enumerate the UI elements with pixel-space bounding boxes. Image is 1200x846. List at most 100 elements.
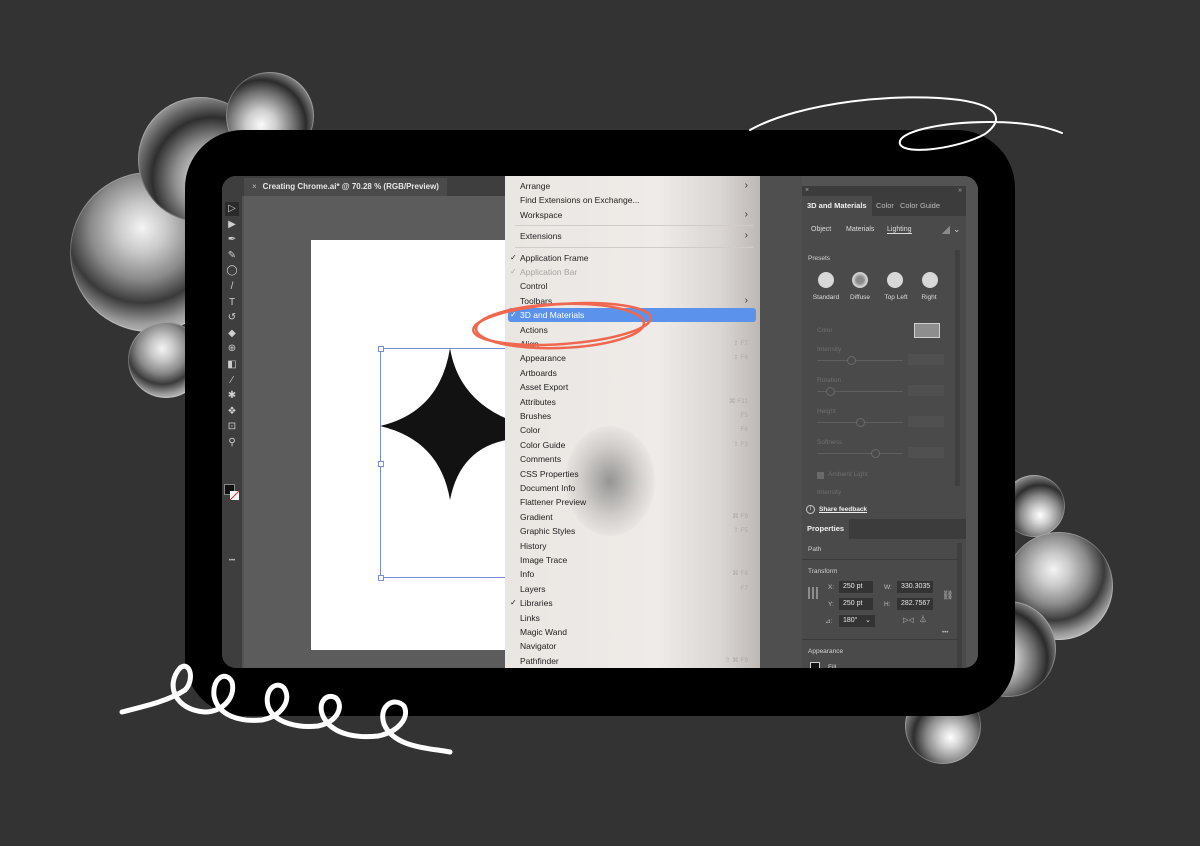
menu-item-info[interactable]: Info ⌘ F8 (505, 567, 760, 581)
selection-tool-icon[interactable]: ▷ (225, 202, 239, 216)
render-settings-icon[interactable] (942, 226, 950, 234)
menu-item-links[interactable]: Links (505, 611, 760, 625)
tab-color-guide[interactable]: Color Guide (895, 196, 945, 216)
light-color-swatch[interactable] (914, 323, 940, 338)
subtab-object[interactable]: Object (811, 226, 831, 233)
menu-item-history[interactable]: History (505, 539, 760, 553)
height-input[interactable]: 282.7567 (897, 598, 933, 610)
resize-handle[interactable] (378, 575, 384, 581)
tab-3d-and-materials[interactable]: 3D and Materials (802, 196, 872, 216)
menu-item-flattener-preview[interactable]: Flattener Preview (505, 495, 760, 509)
eraser-tool-icon[interactable]: ◆ (225, 327, 239, 341)
menu-item-find-extensions-on-exchange[interactable]: Find Extensions on Exchange... (505, 193, 760, 207)
menu-item-arrange[interactable]: Arrange › (505, 179, 760, 193)
more-options-icon[interactable]: ••• (942, 630, 948, 636)
direct-selection-tool-icon[interactable]: ▶ (225, 218, 239, 232)
slider-knob[interactable] (847, 356, 857, 365)
slider-knob[interactable] (825, 387, 835, 396)
menu-item-extensions[interactable]: Extensions › (505, 229, 760, 243)
constrain-proportions-icon[interactable]: ⛓ (942, 590, 953, 601)
more-tools-icon[interactable]: ••• (225, 554, 239, 568)
softness-value-field[interactable] (908, 447, 944, 458)
menu-item-graphic-styles[interactable]: Graphic Styles ⇧ F5 (505, 524, 760, 538)
menu-item-navigator[interactable]: Navigator (505, 639, 760, 653)
menu-item-image-trace[interactable]: Image Trace (505, 553, 760, 567)
ellipse-tool-icon[interactable]: ◯ (225, 264, 239, 278)
preset-top-left[interactable] (887, 272, 903, 288)
curvature-tool-icon[interactable]: ✎ (225, 249, 239, 263)
brush-tool-icon[interactable]: / (225, 280, 239, 294)
menu-item-magic-wand[interactable]: Magic Wand (505, 625, 760, 639)
resize-handle[interactable] (378, 461, 384, 467)
slider-knob[interactable] (856, 418, 865, 427)
slider-knob[interactable] (871, 449, 881, 458)
subtab-lighting[interactable]: Lighting (887, 226, 912, 234)
menu-item-attributes[interactable]: Attributes ⌘ F11 (505, 395, 760, 409)
angle-dropdown[interactable]: ⌄ (863, 615, 875, 627)
menu-item-asset-export[interactable]: Asset Export (505, 380, 760, 394)
shape-builder-tool-icon[interactable]: ⊕ (225, 342, 239, 356)
pen-tool-icon[interactable]: ✒ (225, 233, 239, 247)
menu-item-appearance[interactable]: Appearance ⇧ F6 (505, 351, 760, 365)
close-tab-icon[interactable]: × (252, 182, 257, 191)
menu-item-artboards[interactable]: Artboards (505, 366, 760, 380)
intensity-value-field[interactable] (908, 354, 944, 365)
menu-item-brushes[interactable]: Brushes F5 (505, 409, 760, 423)
menu-item-workspace[interactable]: Workspace › (505, 208, 760, 222)
canvas-area[interactable] (244, 196, 528, 668)
menu-item-gradient[interactable]: Gradient ⌘ F9 (505, 510, 760, 524)
softness-slider[interactable] (817, 453, 903, 454)
transform-label: Transform (808, 568, 838, 575)
flip-vertical-icon[interactable]: ⏃ (919, 614, 927, 625)
close-panel-icon[interactable]: × (805, 186, 809, 196)
height-value-field[interactable] (908, 416, 944, 427)
collapse-panel-icon[interactable]: » (958, 186, 962, 196)
menu-item-css-properties[interactable]: CSS Properties (505, 467, 760, 481)
preset-diffuse[interactable] (852, 272, 868, 288)
menu-item-libraries[interactable]: ✓ Libraries (505, 596, 760, 610)
menu-item-color[interactable]: Color F6 (505, 423, 760, 437)
panel-scrollbar[interactable] (955, 250, 960, 486)
properties-scrollbar[interactable] (957, 543, 962, 668)
preset-right[interactable] (922, 272, 938, 288)
rotation-value-field[interactable] (908, 385, 944, 396)
tab-properties[interactable]: Properties (802, 519, 850, 539)
width-input[interactable]: 330.3035 (897, 581, 933, 593)
menu-item-label: 3D and Materials (520, 310, 585, 321)
menu-item-3d-and-materials[interactable]: ✓ 3D and Materials (508, 308, 756, 323)
gradient-tool-icon[interactable]: ◧ (225, 358, 239, 372)
menu-item-application-bar[interactable]: ✓ Application Bar (505, 265, 760, 279)
menu-item-comments[interactable]: Comments (505, 452, 760, 466)
menu-item-pathfinder[interactable]: Pathfinder ⇧ ⌘ F9 (505, 654, 760, 668)
share-feedback-link[interactable]: Share feedback (819, 506, 867, 513)
fill-swatch[interactable] (810, 662, 820, 668)
resize-handle[interactable] (378, 346, 384, 352)
menu-item-color-guide[interactable]: Color Guide ⇧ F3 (505, 438, 760, 452)
type-tool-icon[interactable]: T (225, 296, 239, 310)
y-input[interactable]: 250 pt (839, 598, 873, 610)
menu-item-control[interactable]: Control (505, 279, 760, 293)
rotate-angle-input[interactable]: 180° (839, 615, 863, 627)
preset-standard[interactable] (818, 272, 834, 288)
eyedropper-tool-icon[interactable]: ⁄ (225, 374, 239, 388)
ambient-light-checkbox[interactable] (817, 472, 824, 479)
rotate-tool-icon[interactable]: ↺ (225, 311, 239, 325)
menu-item-actions[interactable]: Actions (505, 323, 760, 337)
intensity-slider[interactable] (817, 360, 903, 361)
symbol-sprayer-tool-icon[interactable]: ❖ (225, 405, 239, 419)
menu-item-align[interactable]: Align ⇧ F7 (505, 337, 760, 351)
flip-horizontal-icon[interactable]: ▷◁ (903, 616, 914, 624)
puppet-warp-tool-icon[interactable]: ✱ (225, 389, 239, 403)
chevron-down-icon[interactable]: ⌄ (953, 224, 961, 235)
menu-item-application-frame[interactable]: ✓ Application Frame (505, 251, 760, 265)
document-tab[interactable]: × Creating Chrome.ai* @ 70.28 % (RGB/Prev… (244, 178, 447, 196)
zoom-tool-icon[interactable]: ⚲ (225, 436, 239, 450)
subtab-materials[interactable]: Materials (846, 226, 874, 233)
reference-point-icon[interactable] (808, 587, 820, 599)
menu-item-toolbars[interactable]: Toolbars › (505, 294, 760, 308)
artboard-tool-icon[interactable]: ⊡ (225, 420, 239, 434)
x-input[interactable]: 250 pt (839, 581, 873, 593)
menu-item-document-info[interactable]: Document Info (505, 481, 760, 495)
stroke-color-swatch[interactable] (230, 491, 239, 500)
menu-item-layers[interactable]: Layers F7 (505, 582, 760, 596)
